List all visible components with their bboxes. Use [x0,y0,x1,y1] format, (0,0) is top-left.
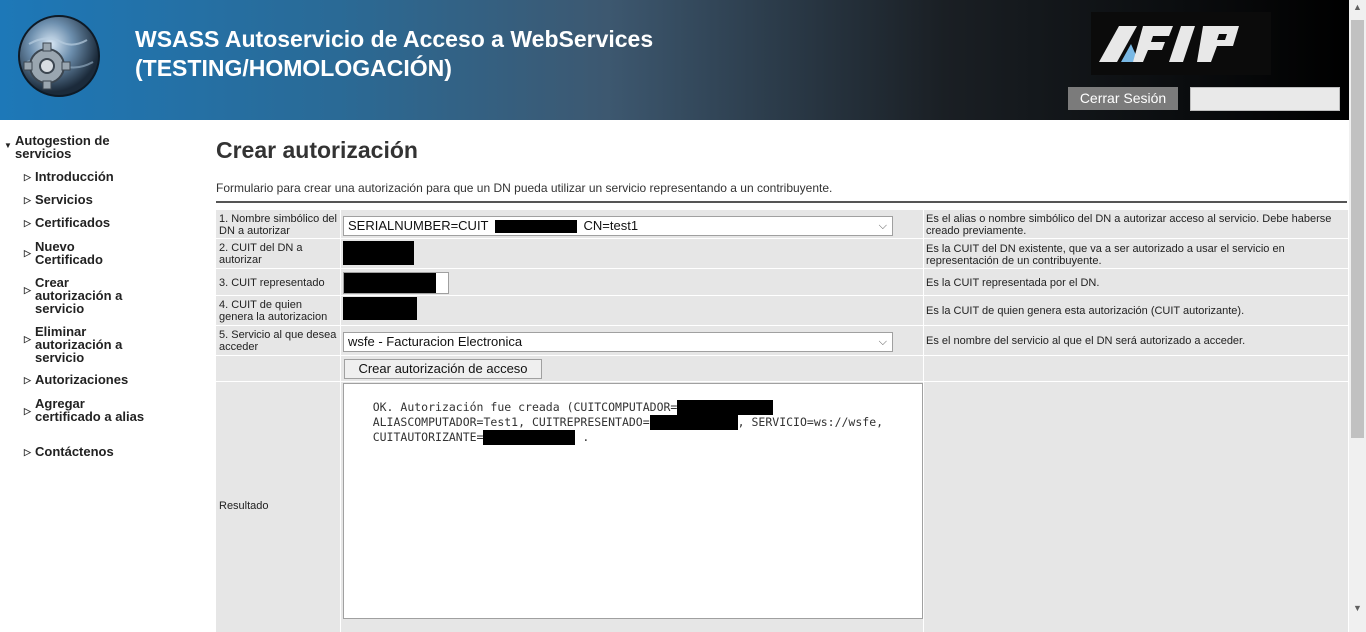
afip-logo [1091,12,1271,75]
field-label-cuit-representado: 3. CUIT representado [216,269,340,295]
field-help-cuit-dn: Es la CUIT del DN existente, que va a se… [924,239,1348,268]
dn-alias-select-prefix: SERIALNUMBER=CUIT [348,218,489,233]
field-label-cuit-genera: 4. CUIT de quien genera la autorizacion [216,296,340,325]
caret-right-icon: ▷ [24,334,31,344]
page-intro: Formulario para crear una autorización p… [216,181,833,195]
redacted-value [649,415,738,430]
cuit-dn-value-redacted [343,241,414,265]
field-help-cuit-representado: Es la CUIT representada por el DN. [924,269,1348,295]
caret-right-icon: ▷ [24,375,31,385]
caret-down-icon: ▼ [4,141,12,150]
field-label-cuit-dn: 2. CUIT del DN a autorizar [216,239,340,268]
divider [216,201,1347,203]
logout-button[interactable]: Cerrar Sesión [1068,87,1178,110]
sidebar-item-label: Certificados [35,215,111,230]
afip-logo-mark [1099,26,1239,62]
button-row-label-cell [216,356,340,381]
service-select-value: wsfe - Facturacion Electronica [348,334,523,349]
cuit-representado-value-redacted [344,273,436,293]
chevron-down-icon: ⌵ [878,336,887,348]
sidebar-item-label: Servicios [35,192,93,207]
result-help-cell [924,382,1348,632]
app-title-line2: (TESTING/HOMOLOGACIÓN) [135,55,452,81]
result-textarea[interactable]: OK. Autorización fue creada (CUITCOMPUTA… [343,383,923,619]
dn-alias-select[interactable]: SERIALNUMBER=CUIT CN=test1 ⌵ [343,216,893,236]
field-help-dn-alias: Es el alias o nombre simbólico del DN a … [924,210,1348,238]
sidebar-root-label: Autogestion de servicios [15,133,110,161]
header-banner: WSASS Autoservicio de Acceso a WebServic… [0,0,1349,120]
chevron-down-icon: ⌵ [878,220,887,232]
sidebar-item-label: Introducción [35,169,114,184]
app-title: WSASS Autoservicio de Acceso a WebServic… [135,25,653,83]
page-title: Crear autorización [216,137,418,163]
caret-right-icon: ▷ [24,406,31,416]
scroll-down-arrow-icon[interactable]: ▼ [1349,603,1366,617]
result-line3b-text: . [582,430,590,444]
redacted-value [483,430,576,445]
result-line2b-text: , SERVICIO=ws://wsfe, [737,415,884,429]
caret-right-icon: ▷ [24,218,31,228]
caret-right-icon: ▷ [24,172,31,182]
user-field [1190,87,1340,111]
sidebar-item-label: Agregar certificado a alias [35,396,145,424]
field-help-cuit-genera: Es la CUIT de quien genera esta autoriza… [924,296,1348,325]
field-label-servicio: 5. Servicio al que desea acceder [216,326,340,355]
result-line3a-text: CUITAUTORIZANTE= [372,430,484,444]
app-title-line1: WSASS Autoservicio de Acceso a WebServic… [135,26,654,52]
caret-right-icon: ▷ [24,195,31,205]
field-label-dn-alias: 1. Nombre simbólico del DN a autorizar [216,210,340,238]
caret-right-icon: ▷ [24,285,31,295]
caret-right-icon: ▷ [24,447,31,457]
scroll-up-arrow-icon[interactable]: ▲ [1349,2,1366,16]
service-select[interactable]: wsfe - Facturacion Electronica ⌵ [343,332,893,352]
redacted-value [494,220,577,234]
create-authorization-button[interactable]: Crear autorización de acceso [344,359,542,379]
field-cell-cuit-dn [341,239,923,268]
sidebar-item-label: Crear autorización a servicio [35,275,123,316]
sidebar-item-label: Autorizaciones [35,372,129,387]
result-label: Resultado [216,382,340,632]
scrollbar-thumb[interactable] [1351,20,1364,438]
sidebar-item-label: Contáctenos [35,444,114,459]
globe-gear-icon [18,15,100,97]
field-cell-cuit-genera [341,296,923,325]
dn-alias-select-suffix: CN=test1 [583,218,639,233]
field-help-servicio: Es el nombre del servicio al que el DN s… [924,326,1348,355]
sidebar-item-label: Eliminar autorización a servicio [35,324,123,365]
sidebar-item-label: Nuevo Certificado [35,239,103,267]
caret-right-icon: ▷ [24,248,31,258]
button-row-help-cell [924,356,1348,381]
cuit-genera-value-redacted [343,297,417,320]
